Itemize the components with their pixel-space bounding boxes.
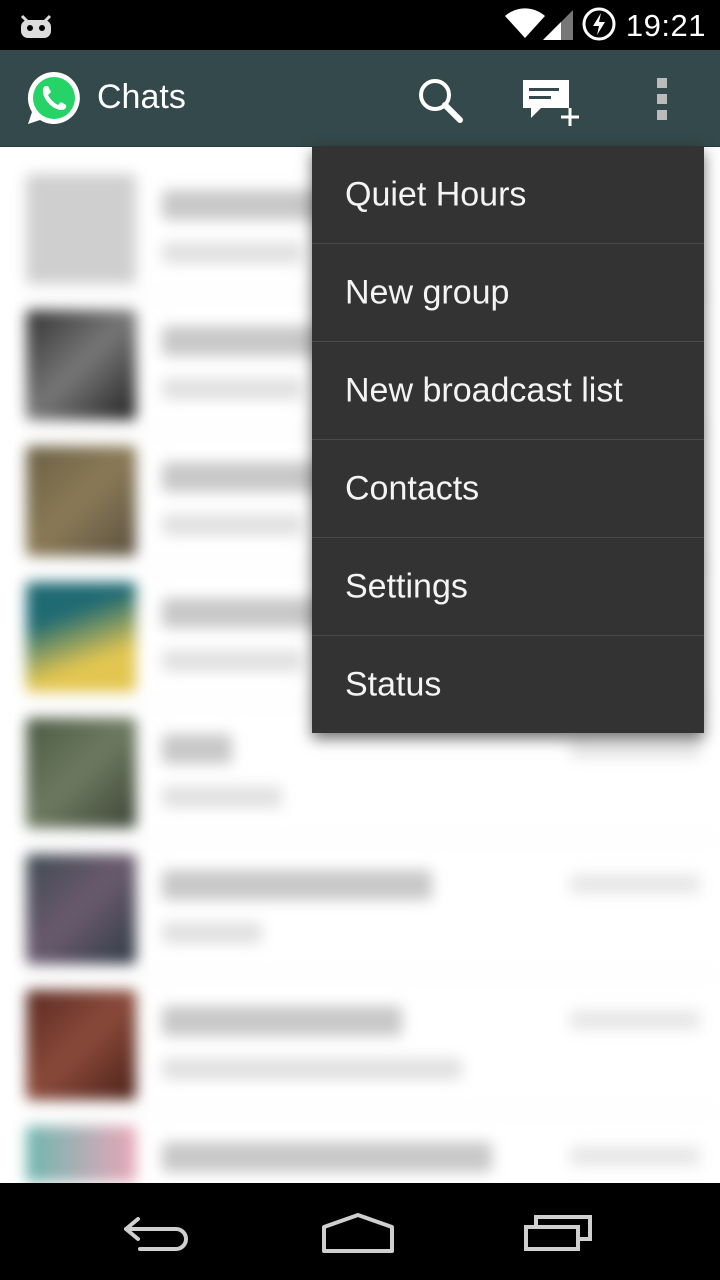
page-title: Chats xyxy=(97,78,186,116)
recents-icon xyxy=(524,1215,592,1251)
back-button[interactable] xyxy=(80,1183,240,1280)
new-chat-icon xyxy=(523,80,579,126)
action-bar: Chats xyxy=(0,50,720,147)
menu-item-settings[interactable]: Settings xyxy=(312,538,704,636)
chat-date-placeholder xyxy=(570,1010,700,1030)
whatsapp-logo-icon[interactable] xyxy=(26,70,82,131)
list-item[interactable] xyxy=(22,976,720,1112)
chat-message-placeholder xyxy=(162,242,302,264)
avatar xyxy=(26,582,136,692)
chat-date-placeholder xyxy=(570,874,700,894)
signal-icon xyxy=(543,10,573,45)
home-icon xyxy=(322,1213,394,1253)
search-button[interactable] xyxy=(400,50,480,146)
overflow-menu-icon xyxy=(657,78,667,120)
chat-message-placeholder xyxy=(162,786,282,808)
chat-name-placeholder xyxy=(162,1142,492,1172)
menu-item-status[interactable]: Status xyxy=(312,636,704,733)
search-icon xyxy=(419,79,463,123)
chat-message-placeholder xyxy=(162,514,302,536)
chat-name-placeholder xyxy=(162,870,432,900)
menu-item-label: Settings xyxy=(345,567,468,605)
chat-date-placeholder xyxy=(570,1146,700,1166)
menu-item-label: Status xyxy=(345,665,442,703)
status-bar: 19:21 xyxy=(0,0,720,50)
avatar xyxy=(26,310,136,420)
navigation-bar xyxy=(0,1183,720,1280)
overflow-menu-button[interactable] xyxy=(630,50,710,146)
menu-item-label: Quiet Hours xyxy=(345,175,527,213)
chat-message-placeholder xyxy=(162,650,302,672)
menu-item-new-group[interactable]: New group xyxy=(312,244,704,342)
avatar xyxy=(26,718,136,828)
chat-message-placeholder xyxy=(162,922,262,944)
menu-item-new-broadcast-list[interactable]: New broadcast list xyxy=(312,342,704,440)
recents-button[interactable] xyxy=(482,1183,642,1280)
menu-item-quiet-hours[interactable]: Quiet Hours xyxy=(312,146,704,244)
menu-item-label: New broadcast list xyxy=(345,371,623,409)
cyanogenmod-icon xyxy=(18,10,54,45)
battery-charging-icon xyxy=(582,7,616,46)
avatar xyxy=(26,446,136,556)
chat-name-placeholder xyxy=(162,734,232,764)
menu-item-label: New group xyxy=(345,273,510,311)
chat-message-placeholder xyxy=(162,1058,462,1080)
avatar xyxy=(26,990,136,1100)
chat-date-placeholder xyxy=(570,738,700,758)
chat-message-placeholder xyxy=(162,378,302,400)
back-icon xyxy=(124,1217,188,1251)
list-item[interactable] xyxy=(22,1112,720,1182)
avatar xyxy=(26,1126,136,1182)
wifi-icon xyxy=(505,8,545,45)
clock: 19:21 xyxy=(625,8,706,43)
chat-name-placeholder xyxy=(162,1006,402,1036)
avatar xyxy=(26,854,136,964)
menu-item-label: Contacts xyxy=(345,469,480,507)
home-button[interactable] xyxy=(280,1183,440,1280)
list-item[interactable] xyxy=(22,840,720,976)
menu-item-contacts[interactable]: Contacts xyxy=(312,440,704,538)
overflow-menu: Quiet Hours New group New broadcast list… xyxy=(312,146,704,733)
new-chat-button[interactable] xyxy=(505,50,585,146)
avatar xyxy=(26,174,136,284)
